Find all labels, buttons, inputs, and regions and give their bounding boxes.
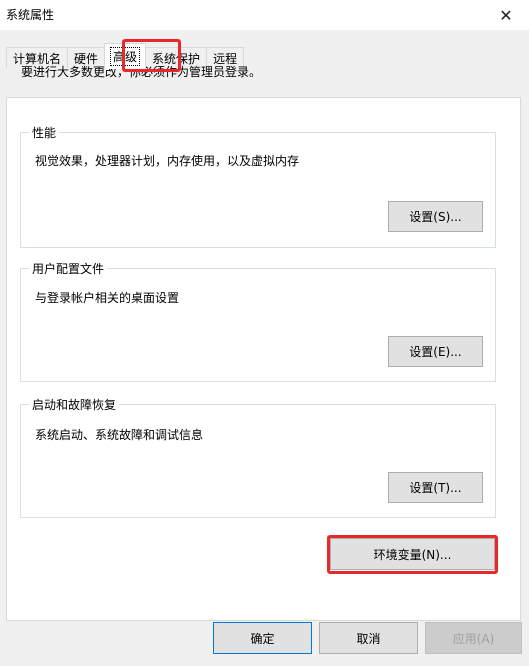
startup-recovery-group-title: 启动和故障恢复 [29,396,120,413]
cancel-button[interactable]: 取消 [319,622,418,654]
user-profiles-group: 用户配置文件 与登录帐户相关的桌面设置 设置(E)... [20,260,496,382]
startup-recovery-group: 启动和故障恢复 系统启动、系统故障和调试信息 设置(T)... [20,396,496,518]
user-profiles-description: 与登录帐户相关的桌面设置 [35,291,180,305]
user-profiles-settings-button[interactable]: 设置(E)... [388,336,483,367]
performance-group-title: 性能 [29,124,60,141]
environment-variables-highlight [327,535,498,574]
close-icon[interactable]: ✕ [483,0,529,30]
performance-group: 性能 视觉效果，处理器计划，内存使用，以及虚拟内存 设置(S)... [20,124,496,248]
apply-button: 应用(A) [425,622,522,654]
window-title: 系统属性 [6,8,55,22]
performance-description: 视觉效果，处理器计划，内存使用，以及虚拟内存 [35,154,300,168]
title-bar: 系统属性 ✕ [0,0,529,30]
startup-recovery-settings-button[interactable]: 设置(T)... [388,472,483,503]
user-profiles-group-title: 用户配置文件 [29,260,108,277]
ok-button[interactable]: 确定 [213,622,312,654]
advanced-tab-highlight [122,39,181,72]
startup-recovery-description: 系统启动、系统故障和调试信息 [35,428,204,442]
performance-settings-button[interactable]: 设置(S)... [388,201,483,232]
